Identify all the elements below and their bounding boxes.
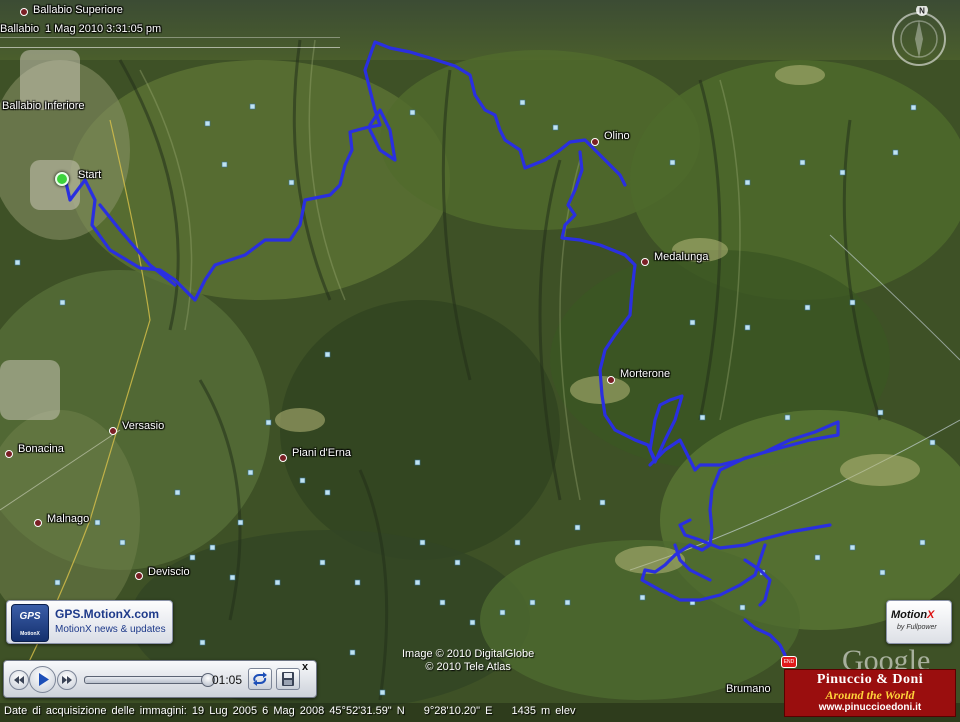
tour-player-controls: 01:05 x — [3, 660, 317, 698]
tour-time-readout: 01:05 — [212, 673, 243, 687]
tour-progress-fill — [85, 677, 207, 683]
place-label-olino[interactable]: Olino — [604, 130, 630, 142]
end-marker[interactable]: END — [781, 656, 797, 668]
place-marker[interactable] — [591, 138, 599, 146]
place-marker[interactable] — [5, 450, 13, 458]
place-label-versasio[interactable]: Versasio — [122, 420, 164, 432]
place-label-ballabio-superiore[interactable]: Ballabio Superiore — [33, 4, 123, 16]
place-label-ballabio[interactable]: Ballabio — [0, 23, 39, 35]
place-marker[interactable] — [641, 258, 649, 266]
save-tour-button[interactable] — [276, 668, 300, 690]
pinuccio-doni-watermark: Pinuccio & Doni Around the World www.pin… — [784, 669, 956, 717]
loop-icon — [253, 672, 267, 686]
play-button[interactable] — [29, 666, 56, 693]
compass-icon[interactable]: N — [888, 6, 950, 68]
fast-forward-icon — [62, 676, 72, 684]
place-label-malnago[interactable]: Malnago — [47, 513, 89, 525]
track-timestamp: 1 Mag 2010 3:31:05 pm — [45, 23, 162, 35]
motionx-logo-name: MotionX — [891, 609, 935, 621]
longitude-readout: 9°28'10.20" E — [423, 705, 493, 717]
place-marker[interactable] — [135, 572, 143, 580]
tour-progress-slider[interactable] — [84, 673, 215, 687]
elevation-readout: 1435 m elev — [511, 705, 576, 717]
motionx-logo[interactable]: MotionX by Fullpower — [886, 600, 952, 644]
place-marker[interactable] — [109, 427, 117, 435]
map-viewport[interactable]: 1 Mag 2010 3:31:05 pm Ballabio Superiore… — [0, 0, 960, 722]
gps-motionx-logo-icon: GPS MotionX — [11, 604, 49, 642]
timeline-guide — [0, 47, 340, 48]
place-marker[interactable] — [279, 454, 287, 462]
place-label-piani-d-erna[interactable]: Piani d'Erna — [292, 447, 351, 459]
start-marker[interactable] — [55, 172, 69, 186]
loop-button[interactable] — [248, 668, 272, 690]
place-marker[interactable] — [34, 519, 42, 527]
play-icon — [39, 673, 49, 686]
place-label-medalunga[interactable]: Medalunga — [654, 251, 708, 263]
promo-logo-text: GPS — [19, 611, 41, 622]
promo-logo-subtext: MotionX — [20, 631, 40, 637]
watermark-url: www.pinuccioedoni.it — [818, 702, 922, 713]
copyright-line-2: © 2010 Tele Atlas — [425, 661, 511, 673]
compass-north-label: N — [919, 7, 925, 16]
place-label-morterone[interactable]: Morterone — [620, 368, 670, 380]
promo-title[interactable]: GPS.MotionX.com — [55, 607, 159, 621]
imagery-date: Date di acquisizione delle immagini: 19 … — [4, 705, 325, 717]
place-label-deviscio[interactable]: Deviscio — [148, 566, 190, 578]
watermark-subtitle: Around the World — [825, 688, 915, 702]
fast-forward-button[interactable] — [57, 670, 77, 690]
place-marker[interactable] — [607, 376, 615, 384]
place-label-brumano[interactable]: Brumano — [726, 683, 771, 695]
imagery-copyright: Image © 2010 DigitalGlobe © 2010 Tele At… — [402, 648, 534, 674]
place-label-ballabio-inferiore[interactable]: Ballabio Inferiore — [2, 100, 85, 112]
motionx-logo-tagline: by Fullpower — [897, 624, 937, 631]
place-marker[interactable] — [20, 8, 28, 16]
latitude-readout: 45°52'31.59" N — [329, 705, 405, 717]
close-player-button[interactable]: x — [302, 661, 308, 673]
timeline-guide — [0, 37, 340, 38]
watermark-title: Pinuccio & Doni — [816, 672, 924, 687]
motionx-promo-banner[interactable]: GPS MotionX GPS.MotionX.com MotionX news… — [6, 600, 173, 644]
place-label-bonacina[interactable]: Bonacina — [18, 443, 64, 455]
rewind-icon — [14, 676, 24, 684]
rewind-button[interactable] — [9, 670, 29, 690]
status-bar-text: Date di acquisizione delle immagini: 19 … — [4, 705, 575, 717]
promo-subtitle[interactable]: MotionX news & updates — [55, 624, 166, 635]
copyright-line-1: Image © 2010 DigitalGlobe — [402, 648, 535, 660]
start-label[interactable]: Start — [78, 169, 101, 181]
save-icon — [282, 672, 294, 686]
